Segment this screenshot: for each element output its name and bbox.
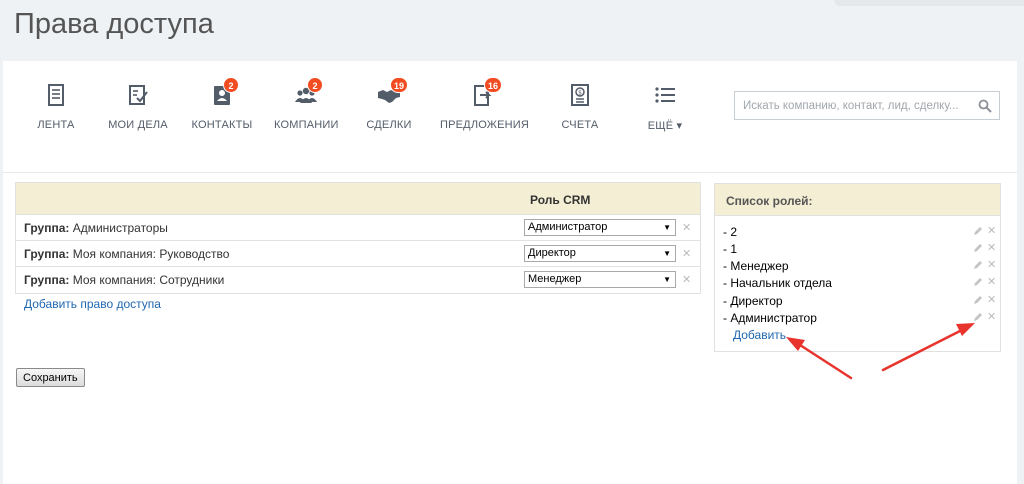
edit-pencil-icon[interactable] [973, 260, 983, 270]
invoices-icon: $ [568, 83, 592, 109]
delete-icon[interactable]: ✕ [987, 310, 996, 323]
tasks-icon [126, 83, 150, 109]
top-corner-shape [834, 0, 1024, 6]
group-prefix: Группа: [24, 247, 70, 261]
companies-icon: 2 [294, 77, 323, 109]
role-name: - 1 [723, 242, 738, 256]
page-title: Права доступа [14, 8, 214, 40]
edit-pencil-icon[interactable] [973, 243, 983, 253]
toolbar-item-label: КОНТАКТЫ [191, 119, 253, 131]
more-list-icon [653, 83, 677, 109]
role-name: - Администратор [723, 311, 817, 325]
toolbar-item-deals[interactable]: 19 СДЕЛКИ [363, 77, 415, 131]
role-column-header: Роль CRM [530, 193, 591, 207]
main-panel: ЛЕНТА МОИ ДЕЛА 2 КОНТАКТЫ 2 КОМПАНИИ 19 … [3, 61, 1017, 484]
contacts-icon: 2 [210, 77, 239, 109]
quotes-badge: 16 [484, 77, 503, 93]
list-item: - Администратор ✕ [723, 310, 996, 327]
deals-badge: 19 [390, 77, 409, 93]
toolbar-item-companies[interactable]: 2 КОМПАНИИ [274, 77, 339, 131]
toolbar-item-quotes[interactable]: 16 ПРЕДЛОЖЕНИЯ [440, 77, 530, 131]
delete-icon[interactable]: ✕ [682, 247, 691, 260]
group-name: Моя компания: Сотрудники [72, 273, 225, 287]
group-name: Моя компания: Руководство [72, 247, 230, 261]
deals-icon: 19 [377, 77, 409, 109]
add-role-link[interactable]: Добавить [733, 328, 786, 342]
toolbar-item-label: СДЕЛКИ [366, 119, 412, 131]
search-input[interactable] [735, 92, 971, 119]
search-box [734, 91, 1000, 120]
feed-icon [44, 83, 68, 109]
quotes-icon: 16 [471, 77, 503, 109]
list-item: - 1 ✕ [723, 241, 996, 258]
toolbar-item-label: МОИ ДЕЛА [108, 119, 168, 131]
crm-toolbar: ЛЕНТА МОИ ДЕЛА 2 КОНТАКТЫ 2 КОМПАНИИ 19 … [3, 61, 1017, 173]
access-rights-table: Роль CRM Группа: Администраторы Админист… [15, 182, 701, 294]
rights-table-header: Роль CRM [16, 183, 700, 215]
contacts-badge: 2 [223, 77, 239, 93]
edit-pencil-icon[interactable] [973, 226, 983, 236]
role-select-value: Администратор [528, 221, 608, 233]
role-select[interactable]: Директор ▼ [524, 245, 676, 262]
list-item: - Менеджер ✕ [723, 258, 996, 275]
role-select[interactable]: Менеджер ▼ [524, 271, 676, 288]
table-row: Группа: Администраторы Администратор ▼ ✕ [16, 215, 700, 241]
dropdown-arrow-icon: ▼ [663, 275, 671, 284]
save-button[interactable]: Сохранить [16, 368, 85, 387]
svg-text:$: $ [578, 89, 582, 96]
add-access-right-link[interactable]: Добавить право доступа [24, 297, 161, 311]
search-icon[interactable] [978, 99, 992, 113]
dropdown-arrow-icon: ▼ [663, 223, 671, 232]
edit-pencil-icon[interactable] [973, 277, 983, 287]
companies-badge: 2 [307, 77, 323, 93]
list-item: - 2 ✕ [723, 224, 996, 241]
toolbar-item-label: КОМПАНИИ [274, 119, 339, 131]
edit-pencil-icon[interactable] [973, 295, 983, 305]
dropdown-arrow-icon: ▼ [663, 249, 671, 258]
roles-list-panel: Список ролей: - 2 ✕ - 1 ✕ - Менеджер ✕ -… [714, 183, 1001, 352]
toolbar-item-label: ЛЕНТА [37, 119, 75, 131]
group-prefix: Группа: [24, 273, 70, 287]
delete-icon[interactable]: ✕ [987, 258, 996, 271]
delete-icon[interactable]: ✕ [682, 273, 691, 286]
toolbar-item-contacts[interactable]: 2 КОНТАКТЫ [191, 77, 253, 131]
group-name: Администраторы [72, 221, 168, 235]
toolbar-item-label: ЕЩЁ ▾ [647, 120, 683, 132]
toolbar-item-feed[interactable]: ЛЕНТА [36, 83, 76, 131]
edit-pencil-icon[interactable] [973, 312, 983, 322]
toolbar-item-label: ПРЕДЛОЖЕНИЯ [440, 119, 530, 131]
role-select-value: Директор [528, 247, 576, 259]
role-name: - 2 [723, 225, 738, 239]
toolbar-item-more[interactable]: ЕЩЁ ▾ [643, 83, 687, 132]
role-select[interactable]: Администратор ▼ [524, 219, 676, 236]
list-item: - Директор ✕ [723, 293, 996, 310]
group-prefix: Группа: [24, 221, 70, 235]
toolbar-item-label: СЧЕТА [561, 119, 599, 131]
list-item: - Начальник отдела ✕ [723, 275, 996, 292]
table-row: Группа: Моя компания: Сотрудники Менедже… [16, 267, 700, 293]
role-name: - Директор [723, 294, 783, 308]
delete-icon[interactable]: ✕ [987, 241, 996, 254]
toolbar-item-invoices[interactable]: $ СЧЕТА [558, 83, 602, 131]
delete-icon[interactable]: ✕ [987, 224, 996, 237]
role-select-value: Менеджер [528, 273, 582, 285]
toolbar-item-tasks[interactable]: МОИ ДЕЛА [107, 83, 169, 131]
role-name: - Менеджер [723, 259, 789, 273]
roles-list-title: Список ролей: [715, 184, 1000, 216]
table-row: Группа: Моя компания: Руководство Директ… [16, 241, 700, 267]
role-name: - Начальник отдела [723, 276, 832, 290]
delete-icon[interactable]: ✕ [987, 293, 996, 306]
delete-icon[interactable]: ✕ [987, 275, 996, 288]
delete-icon[interactable]: ✕ [682, 221, 691, 234]
